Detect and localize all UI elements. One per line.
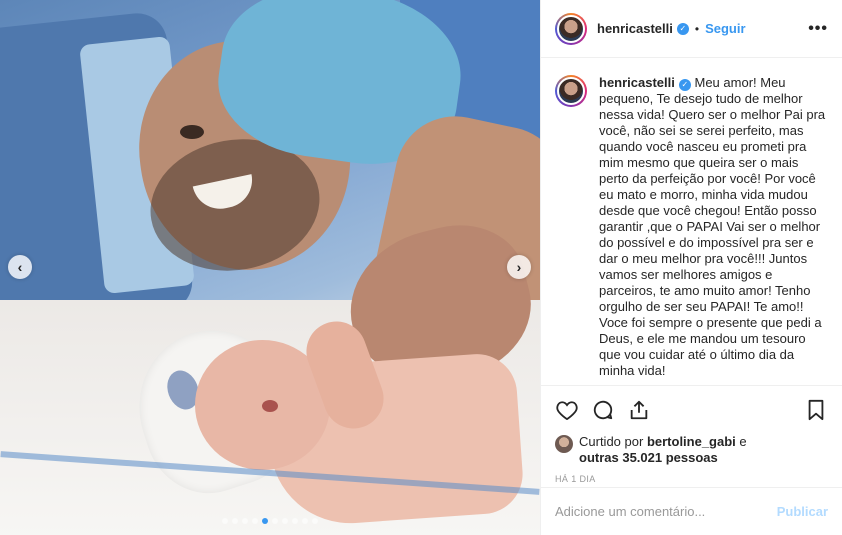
- carousel-prev-button[interactable]: ‹: [8, 255, 32, 279]
- follow-button[interactable]: Seguir: [705, 21, 745, 36]
- chevron-left-icon: ‹: [17, 259, 23, 275]
- post-header: henricastelli ✓ • Seguir •••: [541, 0, 842, 58]
- likes-joiner: e: [739, 434, 747, 449]
- post-actions-section: Curtido por bertoline_gabi e outras 35.0…: [541, 385, 842, 484]
- avatar-image: [557, 14, 585, 43]
- likes-prefix: Curtido por: [579, 434, 644, 449]
- username-link[interactable]: henricastelli: [597, 21, 673, 36]
- caption: henricastelli ✓ Meu amor! Meu pequeno, Te…: [555, 75, 828, 379]
- separator-dot: •: [694, 21, 700, 36]
- comment-input[interactable]: [555, 504, 777, 519]
- carousel-dot: [242, 518, 248, 524]
- carousel-dot: [222, 518, 228, 524]
- likes-text: Curtido por bertoline_gabi e outras 35.0…: [579, 434, 747, 466]
- caption-text: henricastelli ✓ Meu amor! Meu pequeno, Te…: [599, 75, 828, 379]
- carousel-dot: [312, 518, 318, 524]
- carousel-next-button[interactable]: ›: [507, 255, 531, 279]
- like-button[interactable]: [555, 398, 579, 422]
- carousel-dot: [272, 518, 278, 524]
- avatar-image: [557, 77, 585, 105]
- comment-button[interactable]: [591, 398, 615, 422]
- carousel-dot: [262, 518, 268, 524]
- share-button[interactable]: [627, 398, 651, 422]
- comment-form: Publicar: [541, 487, 842, 535]
- post-timestamp[interactable]: HÁ 1 DIA: [555, 474, 828, 484]
- carousel-dot: [282, 518, 288, 524]
- carousel-dot: [232, 518, 238, 524]
- chevron-right-icon: ›: [516, 259, 522, 275]
- publish-button[interactable]: Publicar: [777, 504, 828, 519]
- carousel-indicator: [0, 518, 540, 524]
- likes-summary: Curtido por bertoline_gabi e outras 35.0…: [555, 434, 828, 466]
- caption-body: Meu amor! Meu pequeno, Te desejo tudo de…: [599, 75, 826, 378]
- baby-mouth: [262, 400, 278, 412]
- verified-badge-icon: ✓: [676, 22, 689, 35]
- post-photo[interactable]: ‹ ›: [0, 0, 540, 535]
- bookmark-icon: [808, 399, 824, 421]
- verified-badge-icon: ✓: [678, 79, 691, 91]
- comments-section[interactable]: henricastelli ✓ Meu amor! Meu pequeno, Te…: [541, 59, 842, 384]
- father-eye: [180, 125, 204, 139]
- carousel-dot: [292, 518, 298, 524]
- heart-icon: [556, 401, 578, 420]
- carousel-dot: [302, 518, 308, 524]
- action-bar: [555, 394, 828, 426]
- avatar[interactable]: [555, 12, 587, 45]
- liker-avatar[interactable]: [555, 435, 573, 453]
- caption-username-link[interactable]: henricastelli: [599, 75, 675, 90]
- share-icon: [630, 400, 648, 420]
- post-details-panel: henricastelli ✓ • Seguir ••• henricastel…: [540, 0, 842, 535]
- avatar[interactable]: [555, 75, 587, 107]
- liker-username-link[interactable]: bertoline_gabi: [647, 434, 736, 449]
- comment-bubble-icon: [593, 400, 613, 420]
- save-button[interactable]: [804, 398, 828, 422]
- carousel-dot: [252, 518, 258, 524]
- more-options-icon[interactable]: •••: [808, 20, 828, 38]
- likes-count-link[interactable]: outras 35.021 pessoas: [579, 450, 718, 465]
